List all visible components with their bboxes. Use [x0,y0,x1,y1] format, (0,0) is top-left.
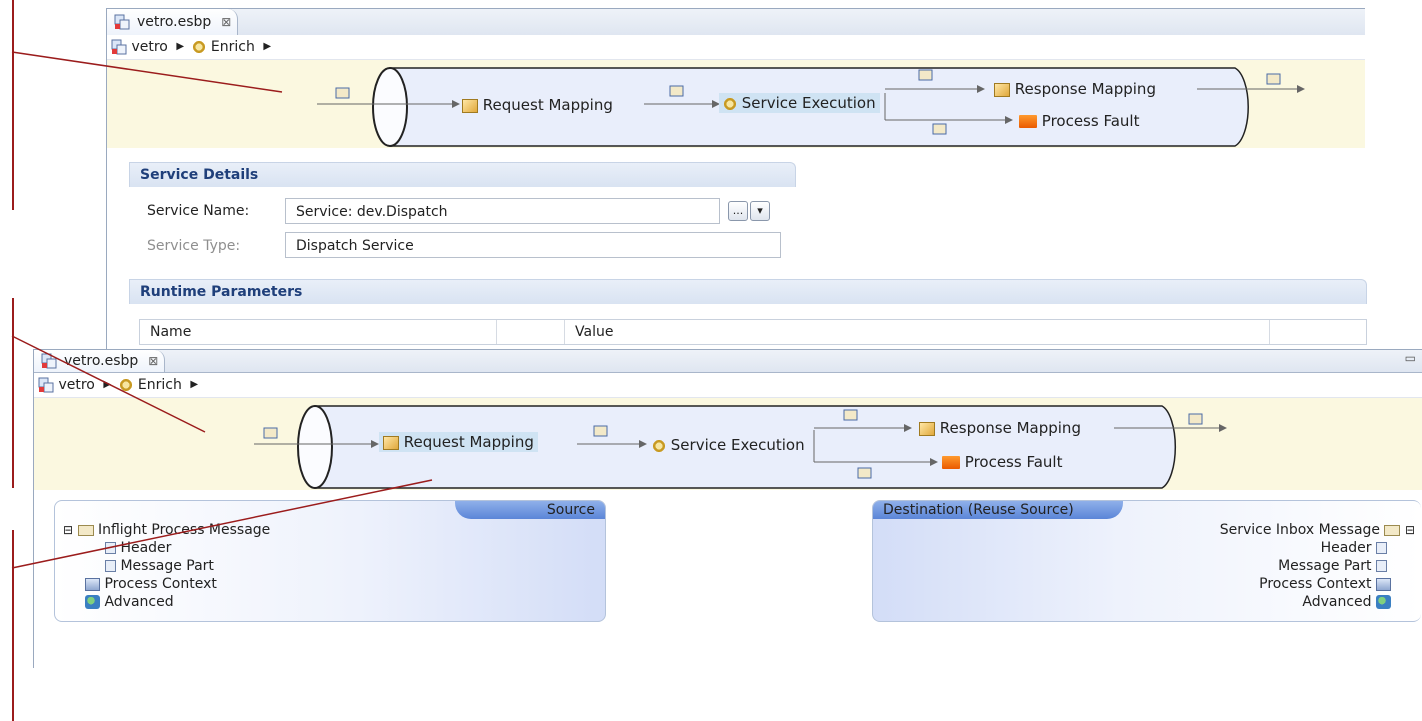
annotation-lines [11,51,433,569]
